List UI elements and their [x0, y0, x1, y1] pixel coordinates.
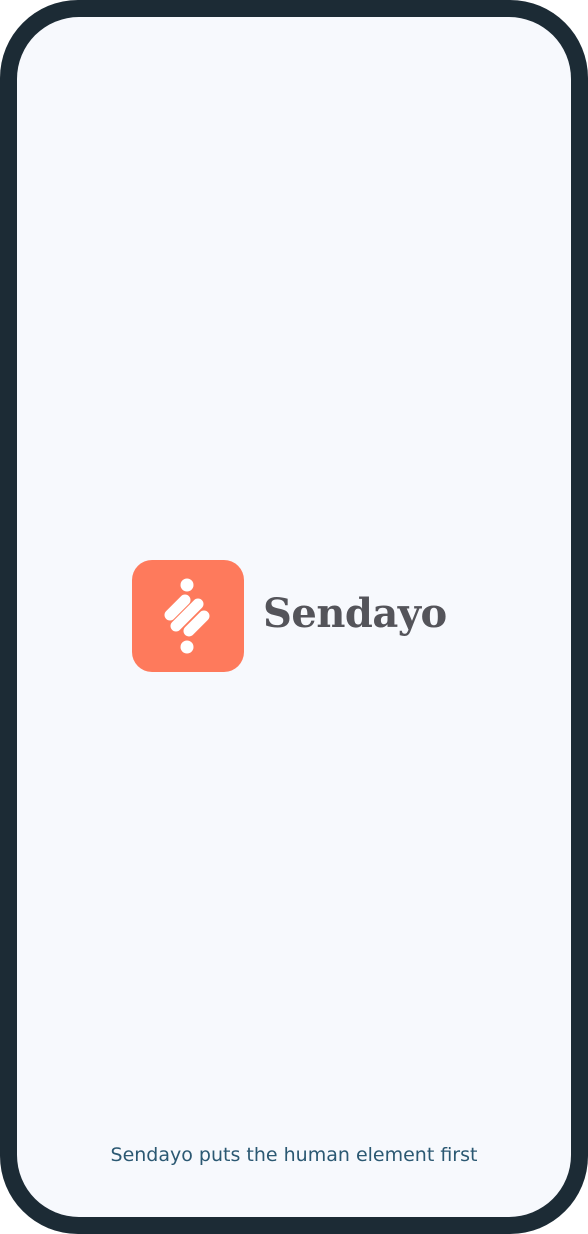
app-logo: Sendayo	[132, 560, 447, 672]
device-frame: Sendayo Sendayo puts the human element f…	[0, 0, 588, 1234]
app-wordmark: Sendayo	[263, 589, 447, 637]
splash-screen: Sendayo Sendayo puts the human element f…	[17, 17, 571, 1217]
sendayo-logo-icon	[132, 560, 244, 672]
tagline: Sendayo puts the human element first	[110, 1144, 478, 1166]
